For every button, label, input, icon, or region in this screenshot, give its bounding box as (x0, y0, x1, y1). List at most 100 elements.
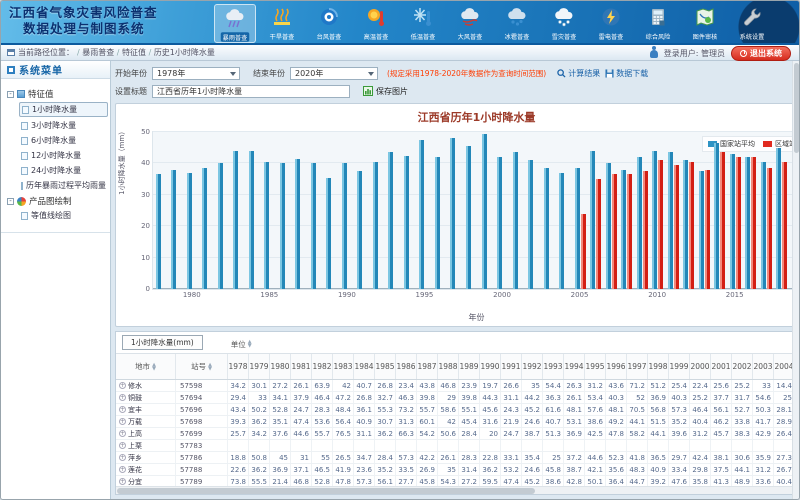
sidebar-item-24小时降水量[interactable]: 24小时降水量 (19, 164, 108, 177)
col-header-year-1987[interactable]: 1987 (417, 354, 438, 379)
bar-national-2016 (745, 157, 750, 289)
value-cell: 29 (438, 392, 459, 403)
start-year-select[interactable]: 1978年 (152, 67, 240, 80)
col-header-year-2003[interactable]: 2003 (753, 354, 774, 379)
col-header-year-1999[interactable]: 1999 (669, 354, 690, 379)
sidebar-tree: -特征值 1小时降水量 3小时降水量 6小时降水量 12小时降水量 24小时降水量历年暴雨… (1, 79, 110, 233)
expand-row-icon[interactable]: + (119, 394, 126, 401)
nav-item-wrench[interactable]: 系统设置 (731, 4, 773, 43)
value-cell: 36.3 (543, 392, 564, 403)
nav-item-heat[interactable]: 高温普查 (355, 4, 397, 43)
col-header-year-2000[interactable]: 2000 (690, 354, 711, 379)
expand-row-icon[interactable]: + (119, 430, 126, 437)
col-header-year-1993[interactable]: 1993 (543, 354, 564, 379)
sidebar-group-产品图绘制[interactable]: -产品图绘制 (7, 195, 108, 207)
expand-row-icon[interactable]: + (119, 454, 126, 461)
breadcrumb-item[interactable]: 历史1小时降水量 (154, 48, 215, 57)
col-header-year-1985[interactable]: 1985 (375, 354, 396, 379)
expand-row-icon[interactable]: + (119, 406, 126, 413)
col-header-year-1991[interactable]: 1991 (501, 354, 522, 379)
bar-regional-2011 (674, 165, 679, 289)
end-year-select[interactable]: 2020年 (290, 67, 378, 80)
col-header-year-1981[interactable]: 1981 (291, 354, 312, 379)
chart-title-input[interactable] (152, 85, 350, 98)
table-row-宜丰[interactable]: +宜丰5769643.450.252.824.728.348.436.155.3… (116, 404, 800, 416)
nav-item-wind[interactable]: 大风普查 (449, 4, 491, 43)
col-header-city[interactable]: 地市 ▲▼ (116, 354, 176, 379)
sidebar-item-3小时降水量[interactable]: 3小时降水量 (19, 119, 108, 132)
value-cell: 55.1 (459, 404, 480, 415)
sidebar-group-特征值[interactable]: -特征值 (7, 88, 108, 100)
sidebar-item-12小时降水量[interactable]: 12小时降水量 (19, 149, 108, 162)
value-cell: 31.2 (585, 380, 606, 391)
save-image-button[interactable]: 保存图片 (363, 86, 408, 97)
col-header-year-1989[interactable]: 1989 (459, 354, 480, 379)
nav-item-cold[interactable]: 低温普查 (402, 4, 444, 43)
nav-item-snow[interactable]: 雪灾普查 (543, 4, 585, 43)
scrollbar-thumb[interactable] (117, 488, 535, 494)
calc-result-label: 计算结果 (568, 68, 600, 79)
table-row-上高[interactable]: +上高5769925.734.237.644.655.776.531.136.2… (116, 428, 800, 440)
expander-icon[interactable]: - (7, 198, 14, 205)
breadcrumb-item[interactable]: 暴雨普查 (82, 48, 114, 57)
bar-national-2009 (637, 157, 642, 289)
value-cell: 46.2 (711, 416, 732, 427)
value-cell: 36.2 (249, 464, 270, 475)
col-header-station[interactable]: 站号 ▲▼ (176, 354, 228, 379)
table-row-萍乡[interactable]: +萍乡5778618.850.845315526.534.728.457.342… (116, 452, 800, 464)
table-row-修水[interactable]: +修水5759834.230.127.226.163.94240.726.823… (116, 380, 800, 392)
value-cell: 24.6 (522, 464, 543, 475)
col-header-year-1980[interactable]: 1980 (270, 354, 291, 379)
nav-item-hail[interactable]: 冰雹普查 (496, 4, 538, 43)
table-top-row: 1小时降水量(mm) 单位 ▲▼ (116, 332, 800, 354)
y-tick-label: 30 (141, 191, 150, 199)
table-row-万载[interactable]: +万载5769839.336.235.147.453.656.440.930.7… (116, 416, 800, 428)
col-header-year-1995[interactable]: 1995 (585, 354, 606, 379)
col-header-year-1979[interactable]: 1979 (249, 354, 270, 379)
table-row-上栗[interactable]: +上栗57783 (116, 440, 800, 452)
col-header-year-1990[interactable]: 1990 (480, 354, 501, 379)
col-header-year-1994[interactable]: 1994 (564, 354, 585, 379)
expand-row-icon[interactable]: + (119, 466, 126, 473)
table-row-莲花[interactable]: +莲花5778822.636.236.937.146.541.923.635.2… (116, 464, 800, 476)
sidebar-item-等值线绘图[interactable]: 等值线绘图 (19, 209, 108, 222)
data-download-button[interactable]: 数据下载 (605, 68, 648, 79)
col-header-year-1996[interactable]: 1996 (606, 354, 627, 379)
col-header-year-2001[interactable]: 2001 (711, 354, 732, 379)
expand-row-icon[interactable]: + (119, 442, 126, 449)
col-header-year-1978[interactable]: 1978 (228, 354, 249, 379)
col-header-year-1988[interactable]: 1988 (438, 354, 459, 379)
col-header-year-1983[interactable]: 1983 (333, 354, 354, 379)
nav-item-calculator[interactable]: 综合风险 (637, 4, 679, 43)
expander-icon[interactable]: - (7, 91, 14, 98)
nav-item-typhoon[interactable]: 台风普查 (308, 4, 350, 43)
expand-row-icon[interactable]: + (119, 418, 126, 425)
expand-row-icon[interactable]: + (119, 478, 126, 485)
nav-item-rain[interactable]: 暴雨普查 (214, 4, 256, 43)
nav-item-label: 低温普查 (411, 31, 436, 41)
col-header-year-1992[interactable]: 1992 (522, 354, 543, 379)
city-name: 铜鼓 (128, 393, 142, 403)
nav-item-lightning[interactable]: 雷电普查 (590, 4, 632, 43)
unit-header[interactable]: 单位 ▲▼ (231, 335, 252, 353)
table-row-铜鼓[interactable]: +铜鼓5769429.43334.137.946.447.226.832.746… (116, 392, 800, 404)
breadcrumb-item[interactable]: 特征值 (122, 48, 146, 57)
col-header-year-2002[interactable]: 2002 (732, 354, 753, 379)
col-header-year-1982[interactable]: 1982 (312, 354, 333, 379)
measure-label-box[interactable]: 1小时降水量(mm) (122, 335, 203, 350)
sidebar-item-1小时降水量[interactable]: 1小时降水量 (19, 102, 108, 117)
vertical-scrollbar[interactable] (792, 61, 799, 500)
col-header-year-1986[interactable]: 1986 (396, 354, 417, 379)
col-header-year-1997[interactable]: 1997 (627, 354, 648, 379)
calc-result-button[interactable]: 计算结果 (557, 68, 600, 79)
nav-item-map[interactable]: 图件审核 (684, 4, 726, 43)
scrollbar-thumb[interactable] (794, 63, 799, 153)
logout-button[interactable]: 退出系统 (731, 46, 791, 61)
sidebar-item-历年暴雨过程平均雨量[interactable]: 历年暴雨过程平均雨量 (19, 179, 108, 192)
col-header-year-1984[interactable]: 1984 (354, 354, 375, 379)
horizontal-scrollbar[interactable] (116, 486, 800, 494)
expand-row-icon[interactable]: + (119, 382, 126, 389)
sidebar-item-6小时降水量[interactable]: 6小时降水量 (19, 134, 108, 147)
nav-item-drought[interactable]: 干旱普查 (261, 4, 303, 43)
col-header-year-1998[interactable]: 1998 (648, 354, 669, 379)
